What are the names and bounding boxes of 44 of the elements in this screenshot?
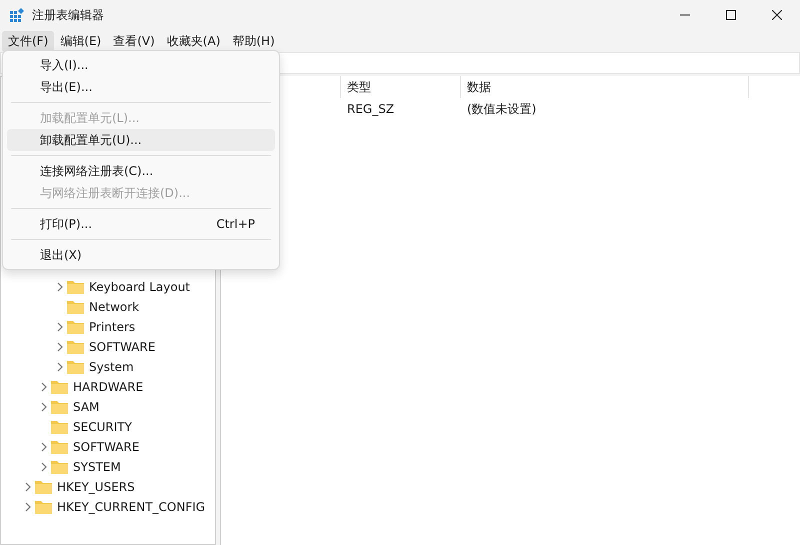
folder-icon: [51, 400, 68, 414]
tree-item[interactable]: SOFTWARE: [89, 340, 156, 354]
menu-item[interactable]: 连接网络注册表(C)...: [7, 160, 275, 182]
folder-icon: [67, 300, 84, 314]
menu-item[interactable]: 导出(E)...: [7, 76, 275, 98]
tree-item[interactable]: HARDWARE: [73, 380, 144, 394]
close-icon: [772, 10, 782, 20]
menu-bar-item[interactable]: 文件(F): [2, 30, 54, 52]
table-cell: (数值未设置): [467, 102, 536, 116]
column-header[interactable]: 数据: [461, 76, 749, 98]
tree-item[interactable]: SYSTEM: [73, 460, 121, 474]
folder-icon: [51, 420, 68, 434]
menu-item[interactable]: 打印(P)... Ctrl+P: [7, 213, 275, 235]
menu-item[interactable]: 卸载配置单元(U)...: [7, 129, 275, 151]
maximize-icon: [726, 10, 736, 20]
tree-item[interactable]: Printers: [89, 320, 136, 334]
folder-icon: [35, 480, 52, 494]
folder-icon: [51, 380, 68, 394]
menu-item[interactable]: 退出(X): [7, 244, 275, 266]
window-title: 注册表编辑器: [32, 6, 104, 24]
menu-bar-item[interactable]: 收藏夹(A): [160, 30, 226, 52]
folder-icon: [51, 440, 68, 454]
folder-icon: [67, 340, 84, 354]
tree-item[interactable]: SOFTWARE: [73, 440, 140, 454]
tree-item[interactable]: HKEY_USERS: [57, 480, 135, 494]
tree-item[interactable]: Network: [89, 300, 140, 314]
folder-icon: [67, 280, 84, 294]
menu-bar-item[interactable]: 查看(V): [107, 30, 161, 52]
tree-item[interactable]: System: [89, 360, 134, 374]
tree-item[interactable]: SECURITY: [73, 420, 132, 434]
folder-icon: [51, 460, 68, 474]
menu-bar-item[interactable]: 编辑(E): [54, 30, 108, 52]
tree-item[interactable]: Keyboard Layout: [89, 280, 190, 294]
menu-bar-item[interactable]: 帮助(H): [226, 30, 281, 52]
folder-icon: [35, 500, 52, 514]
chevron-icon[interactable]: [57, 282, 63, 292]
tree-item[interactable]: SAM: [73, 400, 100, 414]
folder-icon: [67, 320, 84, 334]
registry-grid-icon: [9, 7, 25, 23]
menu-item[interactable]: 导入(I)...: [7, 54, 275, 76]
folder-icon: [67, 360, 84, 374]
column-header[interactable]: 类型: [341, 76, 461, 98]
table-cell: REG_SZ: [347, 102, 394, 116]
tree-item[interactable]: HKEY_CURRENT_CONFIG: [57, 500, 206, 514]
